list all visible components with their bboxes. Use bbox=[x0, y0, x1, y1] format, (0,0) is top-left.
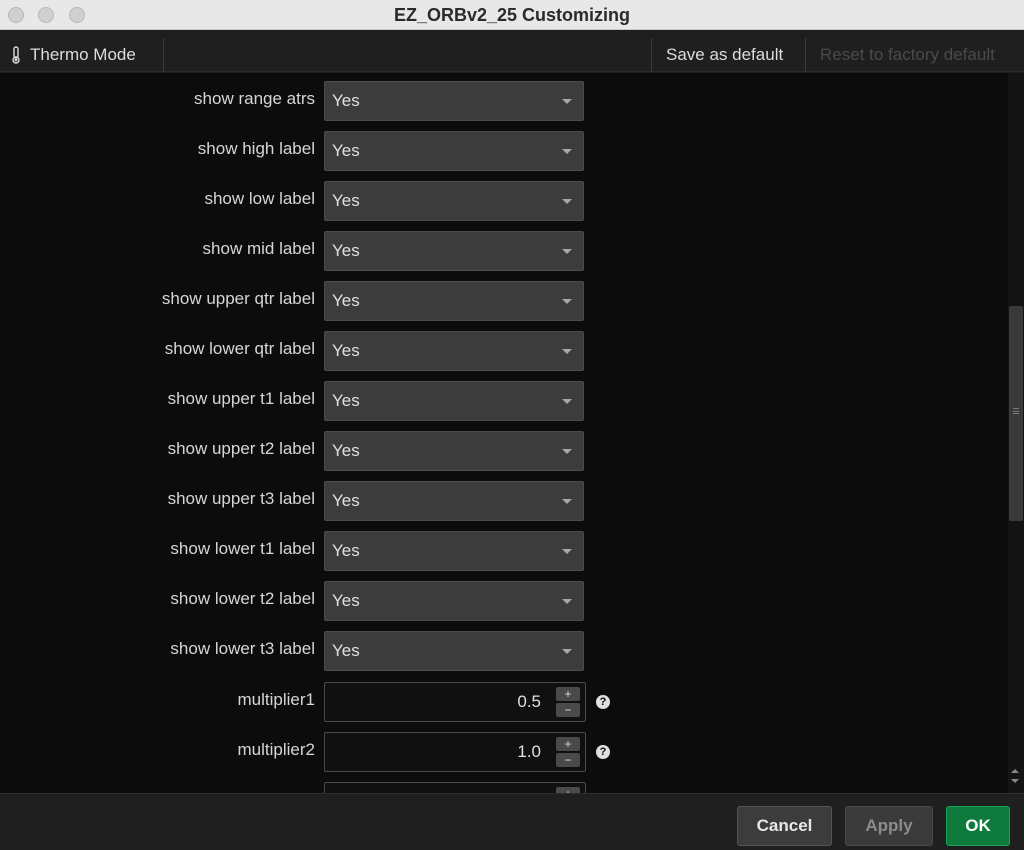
scroll-up-icon[interactable] bbox=[1011, 769, 1019, 773]
toolbar-divider bbox=[651, 38, 652, 72]
chevron-down-icon bbox=[562, 99, 572, 104]
setting-dropdown[interactable]: Yes bbox=[324, 481, 584, 521]
setting-row: show lower t3 label Yes bbox=[0, 631, 1008, 671]
chevron-down-icon bbox=[562, 599, 572, 604]
setting-label: show upper t2 label bbox=[167, 439, 315, 458]
setting-label: show upper qtr label bbox=[161, 289, 315, 308]
dropdown-value: Yes bbox=[332, 491, 360, 510]
setting-dropdown[interactable]: Yes bbox=[324, 381, 584, 421]
decrement-button[interactable]: − bbox=[556, 753, 580, 767]
chevron-down-icon bbox=[562, 549, 572, 554]
numeric-input[interactable]: + bbox=[324, 782, 586, 793]
title-bar: EZ_ORBv2_25 Customizing bbox=[0, 0, 1024, 30]
ok-button[interactable]: OK bbox=[946, 806, 1010, 846]
dropdown-value: Yes bbox=[332, 341, 360, 360]
dropdown-value: Yes bbox=[332, 141, 360, 160]
setting-dropdown[interactable]: Yes bbox=[324, 131, 584, 171]
setting-label: multiplier1 bbox=[237, 690, 315, 709]
setting-label: show high label bbox=[197, 139, 315, 158]
dropdown-value: Yes bbox=[332, 241, 360, 260]
multiplier2-input[interactable]: 1.0 + − bbox=[324, 732, 586, 772]
numeric-setting-row: multiplier2 1.0 + − ? bbox=[0, 732, 1008, 772]
chevron-down-icon bbox=[562, 499, 572, 504]
toolbar: Thermo Mode Save as default Reset to fac… bbox=[0, 38, 1024, 72]
setting-dropdown[interactable]: Yes bbox=[324, 181, 584, 221]
save-as-default-button[interactable]: Save as default bbox=[666, 45, 783, 65]
help-icon[interactable]: ? bbox=[596, 745, 610, 759]
dropdown-value: Yes bbox=[332, 641, 360, 660]
increment-button[interactable]: + bbox=[556, 737, 580, 751]
multiplier1-input[interactable]: 0.5 + − bbox=[324, 682, 586, 722]
increment-button[interactable]: + bbox=[556, 687, 580, 701]
scroll-down-icon[interactable] bbox=[1011, 779, 1019, 783]
setting-dropdown[interactable]: Yes bbox=[324, 81, 584, 121]
window-title: EZ_ORBv2_25 Customizing bbox=[393, 5, 631, 25]
dropdown-value: Yes bbox=[332, 441, 360, 460]
dropdown-value: Yes bbox=[332, 591, 360, 610]
dropdown-value: Yes bbox=[332, 291, 360, 310]
dropdown-value: Yes bbox=[332, 191, 360, 210]
setting-label: show lower t3 label bbox=[170, 639, 315, 658]
setting-row: show low label Yes bbox=[0, 181, 1008, 221]
setting-label: show mid label bbox=[202, 239, 315, 258]
setting-row: show range atrs Yes bbox=[0, 81, 1008, 121]
setting-dropdown[interactable]: Yes bbox=[324, 281, 584, 321]
setting-label: show lower t2 label bbox=[170, 589, 315, 608]
setting-row: show upper t1 label Yes bbox=[0, 381, 1008, 421]
setting-label: show upper t3 label bbox=[167, 489, 315, 508]
chevron-down-icon bbox=[562, 299, 572, 304]
thermo-mode-label: Thermo Mode bbox=[30, 45, 136, 64]
setting-dropdown[interactable]: Yes bbox=[324, 631, 584, 671]
toolbar-divider bbox=[163, 38, 164, 72]
setting-label: show low label bbox=[204, 189, 315, 208]
numeric-setting-row: multiplier1 0.5 + − ? bbox=[0, 682, 1008, 722]
dropdown-value: Yes bbox=[332, 541, 360, 560]
input-value: 0.5 bbox=[517, 692, 541, 711]
setting-row: show upper qtr label Yes bbox=[0, 281, 1008, 321]
setting-label: show lower qtr label bbox=[164, 339, 315, 358]
scrollbar-thumb[interactable] bbox=[1009, 306, 1023, 521]
reset-to-factory-default-button[interactable]: Reset to factory default bbox=[820, 45, 995, 65]
setting-label: show lower t1 label bbox=[170, 539, 315, 558]
setting-row: show lower t1 label Yes bbox=[0, 531, 1008, 571]
setting-label: multiplier2 bbox=[237, 740, 315, 759]
settings-panel: show range atrs Yes show high label Yes … bbox=[0, 73, 1024, 793]
setting-row: show upper t2 label Yes bbox=[0, 431, 1008, 471]
setting-label: show upper t1 label bbox=[167, 389, 315, 408]
chevron-down-icon bbox=[562, 649, 572, 654]
setting-row: show high label Yes bbox=[0, 131, 1008, 171]
help-icon[interactable]: ? bbox=[596, 695, 610, 709]
input-value: 1.0 bbox=[517, 742, 541, 761]
vertical-scrollbar[interactable] bbox=[1008, 73, 1024, 793]
cancel-button[interactable]: Cancel bbox=[737, 806, 832, 846]
dropdown-value: Yes bbox=[332, 391, 360, 410]
thermometer-icon bbox=[10, 46, 22, 64]
setting-label: show range atrs bbox=[194, 89, 315, 108]
chevron-down-icon bbox=[562, 249, 572, 254]
chevron-down-icon bbox=[562, 199, 572, 204]
setting-dropdown[interactable]: Yes bbox=[324, 331, 584, 371]
decrement-button[interactable]: − bbox=[556, 703, 580, 717]
setting-row: show upper t3 label Yes bbox=[0, 481, 1008, 521]
grip-icon bbox=[1013, 408, 1019, 414]
thermo-mode-button[interactable]: Thermo Mode bbox=[10, 45, 136, 65]
chevron-down-icon bbox=[562, 349, 572, 354]
chevron-down-icon bbox=[562, 149, 572, 154]
apply-button[interactable]: Apply bbox=[845, 806, 933, 846]
numeric-setting-row: + bbox=[0, 782, 1008, 793]
setting-row: show mid label Yes bbox=[0, 231, 1008, 271]
setting-dropdown[interactable]: Yes bbox=[324, 531, 584, 571]
dialog-footer: Cancel Apply OK bbox=[0, 793, 1024, 850]
setting-row: show lower t2 label Yes bbox=[0, 581, 1008, 621]
setting-dropdown[interactable]: Yes bbox=[324, 431, 584, 471]
dropdown-value: Yes bbox=[332, 91, 360, 110]
setting-dropdown[interactable]: Yes bbox=[324, 231, 584, 271]
chevron-down-icon bbox=[562, 449, 572, 454]
chevron-down-icon bbox=[562, 399, 572, 404]
setting-dropdown[interactable]: Yes bbox=[324, 581, 584, 621]
toolbar-divider bbox=[805, 38, 806, 72]
setting-row: show lower qtr label Yes bbox=[0, 331, 1008, 371]
